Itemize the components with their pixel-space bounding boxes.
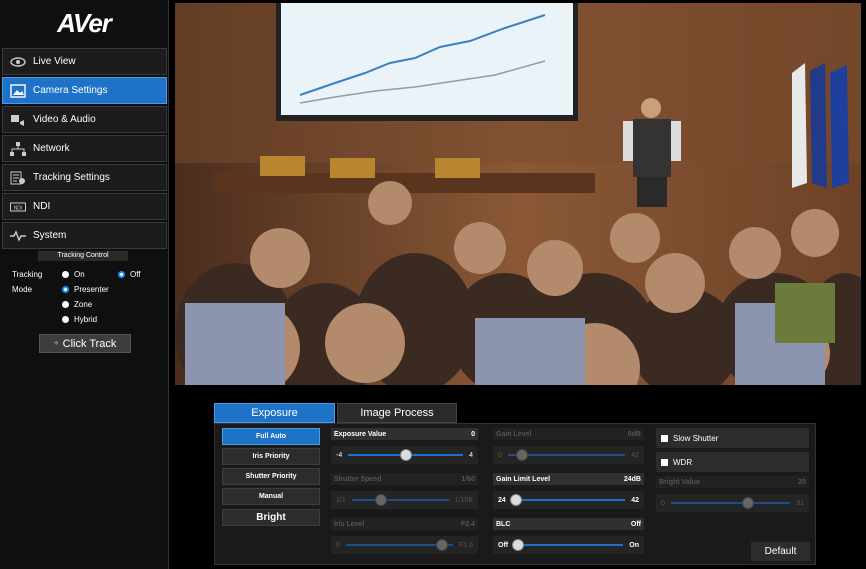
tracking-control-header: Tracking Control — [38, 251, 128, 261]
radio-tracking-on[interactable]: On — [62, 270, 85, 279]
nav-network[interactable]: Network — [2, 135, 167, 162]
blc-header: BLC Off — [493, 518, 644, 530]
mode-bright-button[interactable]: Bright — [222, 509, 320, 526]
blc-slider[interactable]: Off On — [493, 536, 644, 554]
exposure-value-header: Exposure Value 0 — [331, 428, 478, 440]
svg-text:NDI: NDI — [14, 205, 23, 211]
bright-value-slider: 0 31 — [656, 494, 809, 512]
system-icon — [3, 229, 33, 243]
iris-level-header: Iris Level F2.4 — [331, 518, 478, 530]
crosshair-icon: ⌖ — [53, 338, 59, 348]
live-video-feed[interactable] — [175, 3, 861, 385]
mode-shutter-priority-button[interactable]: Shutter Priority — [222, 468, 320, 485]
nav-video-audio[interactable]: Video & Audio — [2, 106, 167, 133]
gain-limit-slider[interactable]: 24 42 — [493, 491, 644, 509]
nav-label: NDI — [33, 201, 51, 212]
nav-label: Network — [33, 143, 70, 154]
mode-label: Mode — [12, 285, 33, 294]
eye-icon — [3, 55, 33, 69]
ndi-icon: NDI — [3, 200, 33, 214]
click-track-button[interactable]: ⌖ Click Track — [39, 334, 131, 353]
nav-label: Tracking Settings — [33, 172, 110, 183]
slider-knob[interactable] — [399, 449, 412, 461]
slider-knob — [374, 494, 387, 506]
gain-level-slider: 0 42 — [493, 446, 644, 464]
nav-label: System — [33, 230, 67, 241]
slider-knob — [742, 497, 755, 509]
nav-label: Camera Settings — [33, 85, 108, 96]
brand-logo: AVer — [57, 8, 112, 38]
radio-mode-presenter[interactable]: Presenter — [62, 285, 109, 294]
slider-knob[interactable] — [512, 539, 525, 551]
mode-manual-button[interactable]: Manual — [222, 488, 320, 505]
radio-mode-hybrid[interactable]: Hybrid — [62, 315, 97, 324]
shutter-speed-header: Shutter Speed 1/60 — [331, 473, 478, 485]
nav-ndi[interactable]: NDI NDI — [2, 193, 167, 220]
gain-level-header: Gain Level 0dB — [493, 428, 644, 440]
slider-knob[interactable] — [509, 494, 522, 506]
nav-live-view[interactable]: Live View — [2, 48, 167, 75]
shutter-speed-slider: 1/1 1/10K — [331, 491, 478, 509]
gain-limit-header: Gain Limit Level 24dB — [493, 473, 644, 485]
slider-knob — [515, 449, 528, 461]
slow-shutter-checkbox[interactable]: Slow Shutter — [656, 428, 809, 448]
mode-iris-priority-button[interactable]: Iris Priority — [222, 448, 320, 465]
mode-full-auto-button[interactable]: Full Auto — [222, 428, 320, 445]
bright-value-header: Bright Value 20 — [656, 476, 809, 488]
tab-exposure[interactable]: Exposure — [214, 403, 335, 423]
radio-mode-zone[interactable]: Zone — [62, 300, 92, 309]
nav-camera-settings[interactable]: Camera Settings — [2, 77, 167, 104]
wdr-checkbox[interactable]: WDR — [656, 452, 809, 472]
nav-system[interactable]: System — [2, 222, 167, 249]
nav-label: Live View — [33, 56, 76, 67]
exposure-value-slider[interactable]: -4 4 — [331, 446, 478, 464]
network-icon — [3, 141, 33, 156]
default-button[interactable]: Default — [751, 542, 810, 561]
nav-tracking-settings[interactable]: Tracking Settings — [2, 164, 167, 191]
slider-knob — [436, 539, 449, 551]
radio-tracking-off[interactable]: Off — [118, 270, 141, 279]
tab-image-process[interactable]: Image Process — [337, 403, 457, 423]
nav-label: Video & Audio — [33, 114, 96, 125]
tracking-label: Tracking — [12, 270, 43, 279]
iris-level-slider: 0 F1.6 — [331, 536, 478, 554]
video-audio-icon — [3, 113, 33, 127]
checkbox-box[interactable] — [661, 458, 668, 466]
image-icon — [3, 83, 33, 98]
checkbox-box[interactable] — [661, 434, 668, 442]
tracking-settings-icon — [3, 171, 33, 185]
